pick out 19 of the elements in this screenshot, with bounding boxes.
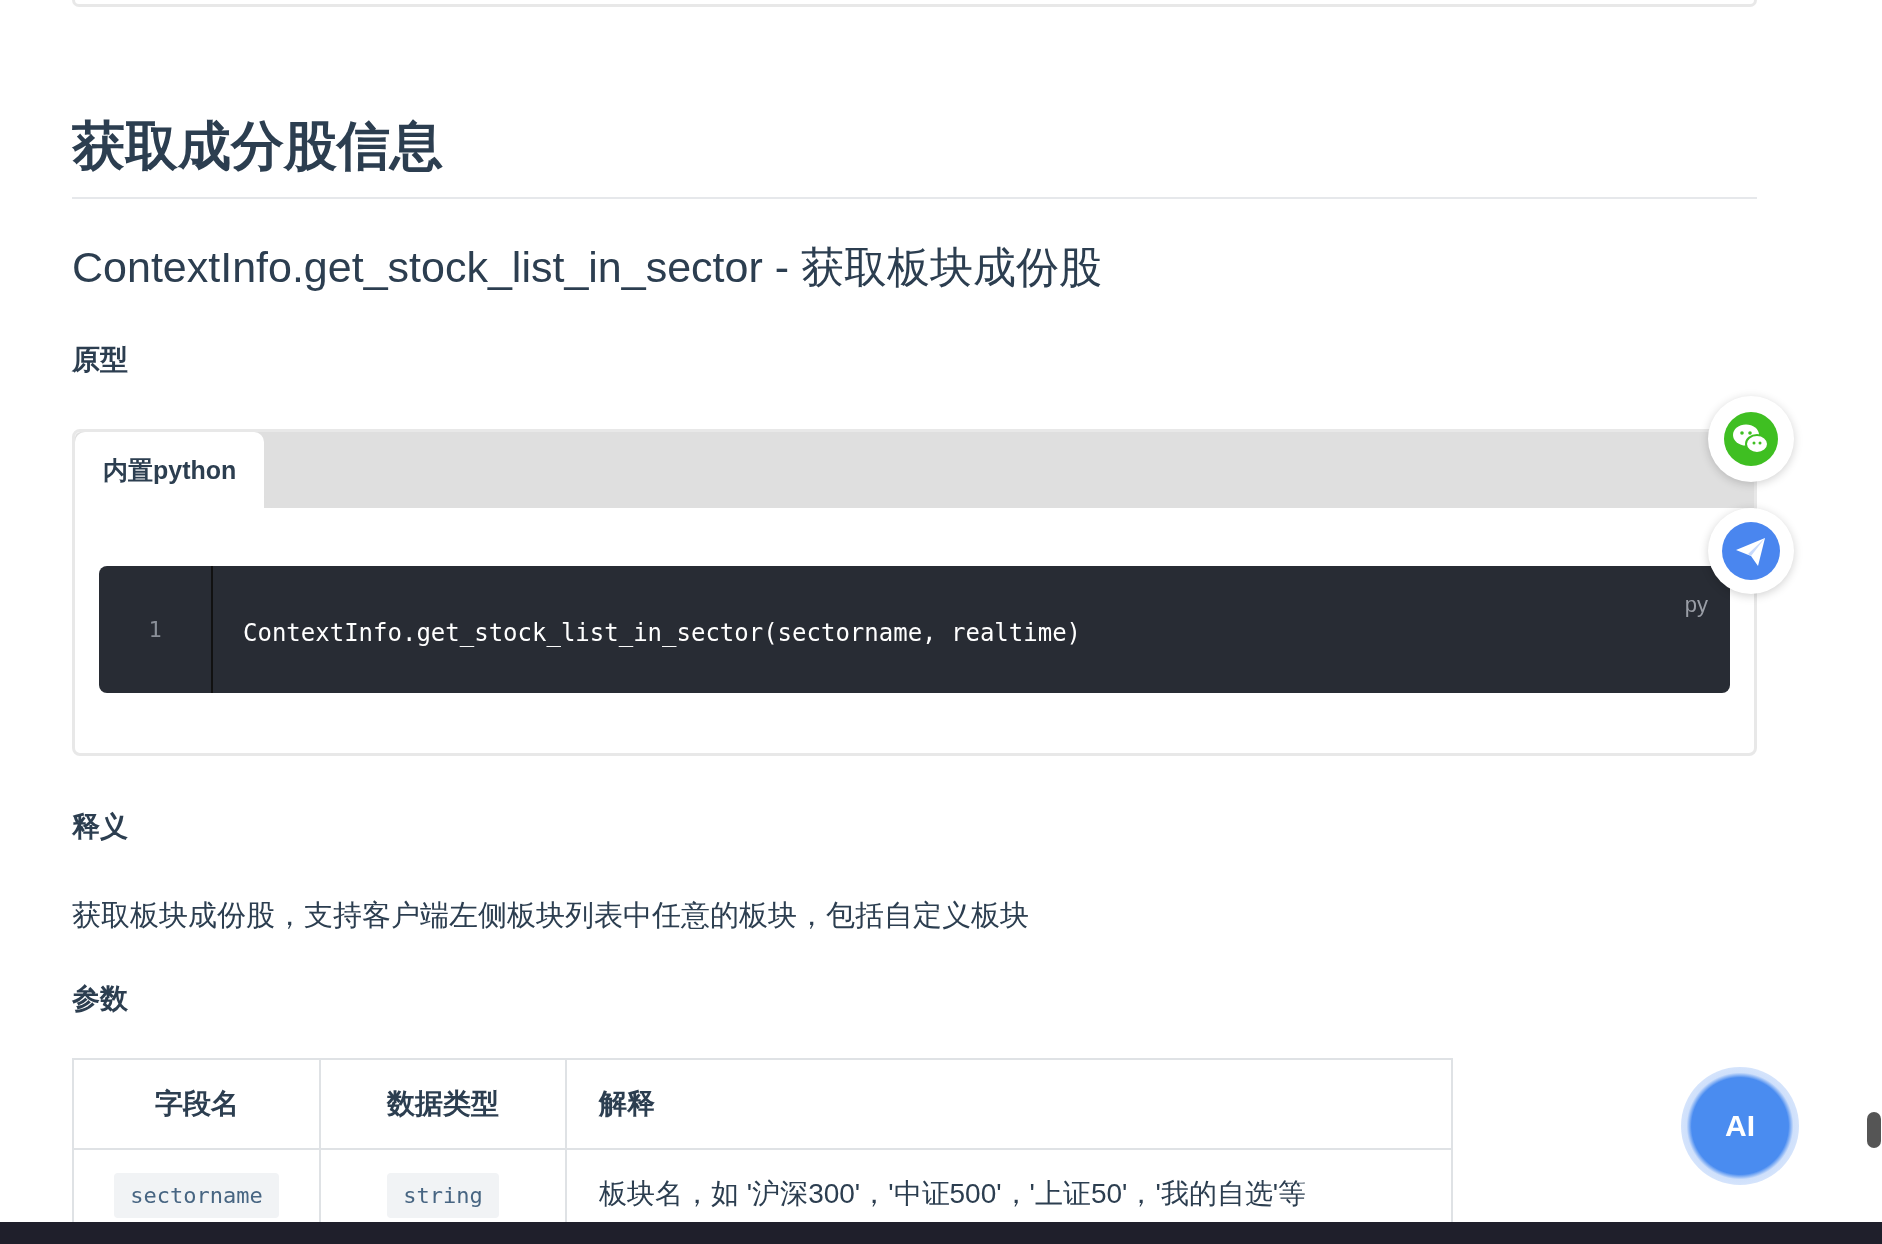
code-line: ContextInfo.get_stock_list_in_sector(sectorname, realtime) xyxy=(243,617,1082,647)
inline-code: string xyxy=(387,1173,499,1218)
function-heading: ContextInfo.get_stock_list_in_sector - 获取板块成份股 xyxy=(72,242,1103,293)
column-header: 字段名 xyxy=(73,1059,320,1149)
send-button[interactable] xyxy=(1708,508,1794,594)
section-heading: 参数 xyxy=(72,982,129,1016)
tab[interactable]: 内置python xyxy=(75,432,265,508)
scrollbar-thumb[interactable] xyxy=(1867,1112,1881,1148)
inline-code: sectorname xyxy=(114,1173,279,1218)
page-title: 获取成分股信息 xyxy=(72,111,1757,199)
column-header: 解释 xyxy=(566,1059,1452,1149)
language-label: py xyxy=(1684,592,1708,618)
paper-plane-icon xyxy=(1721,521,1781,581)
column-header: 数据类型 xyxy=(320,1059,566,1149)
section-heading: 原型 xyxy=(72,343,129,377)
chat-bubbles-icon xyxy=(1723,411,1779,467)
line-number: 1 xyxy=(148,617,162,642)
section-heading: 释义 xyxy=(72,810,129,844)
description-text: 获取板块成份股，支持客户端左侧板块列表中任意的板块，包括自定义板块 xyxy=(72,898,1030,933)
